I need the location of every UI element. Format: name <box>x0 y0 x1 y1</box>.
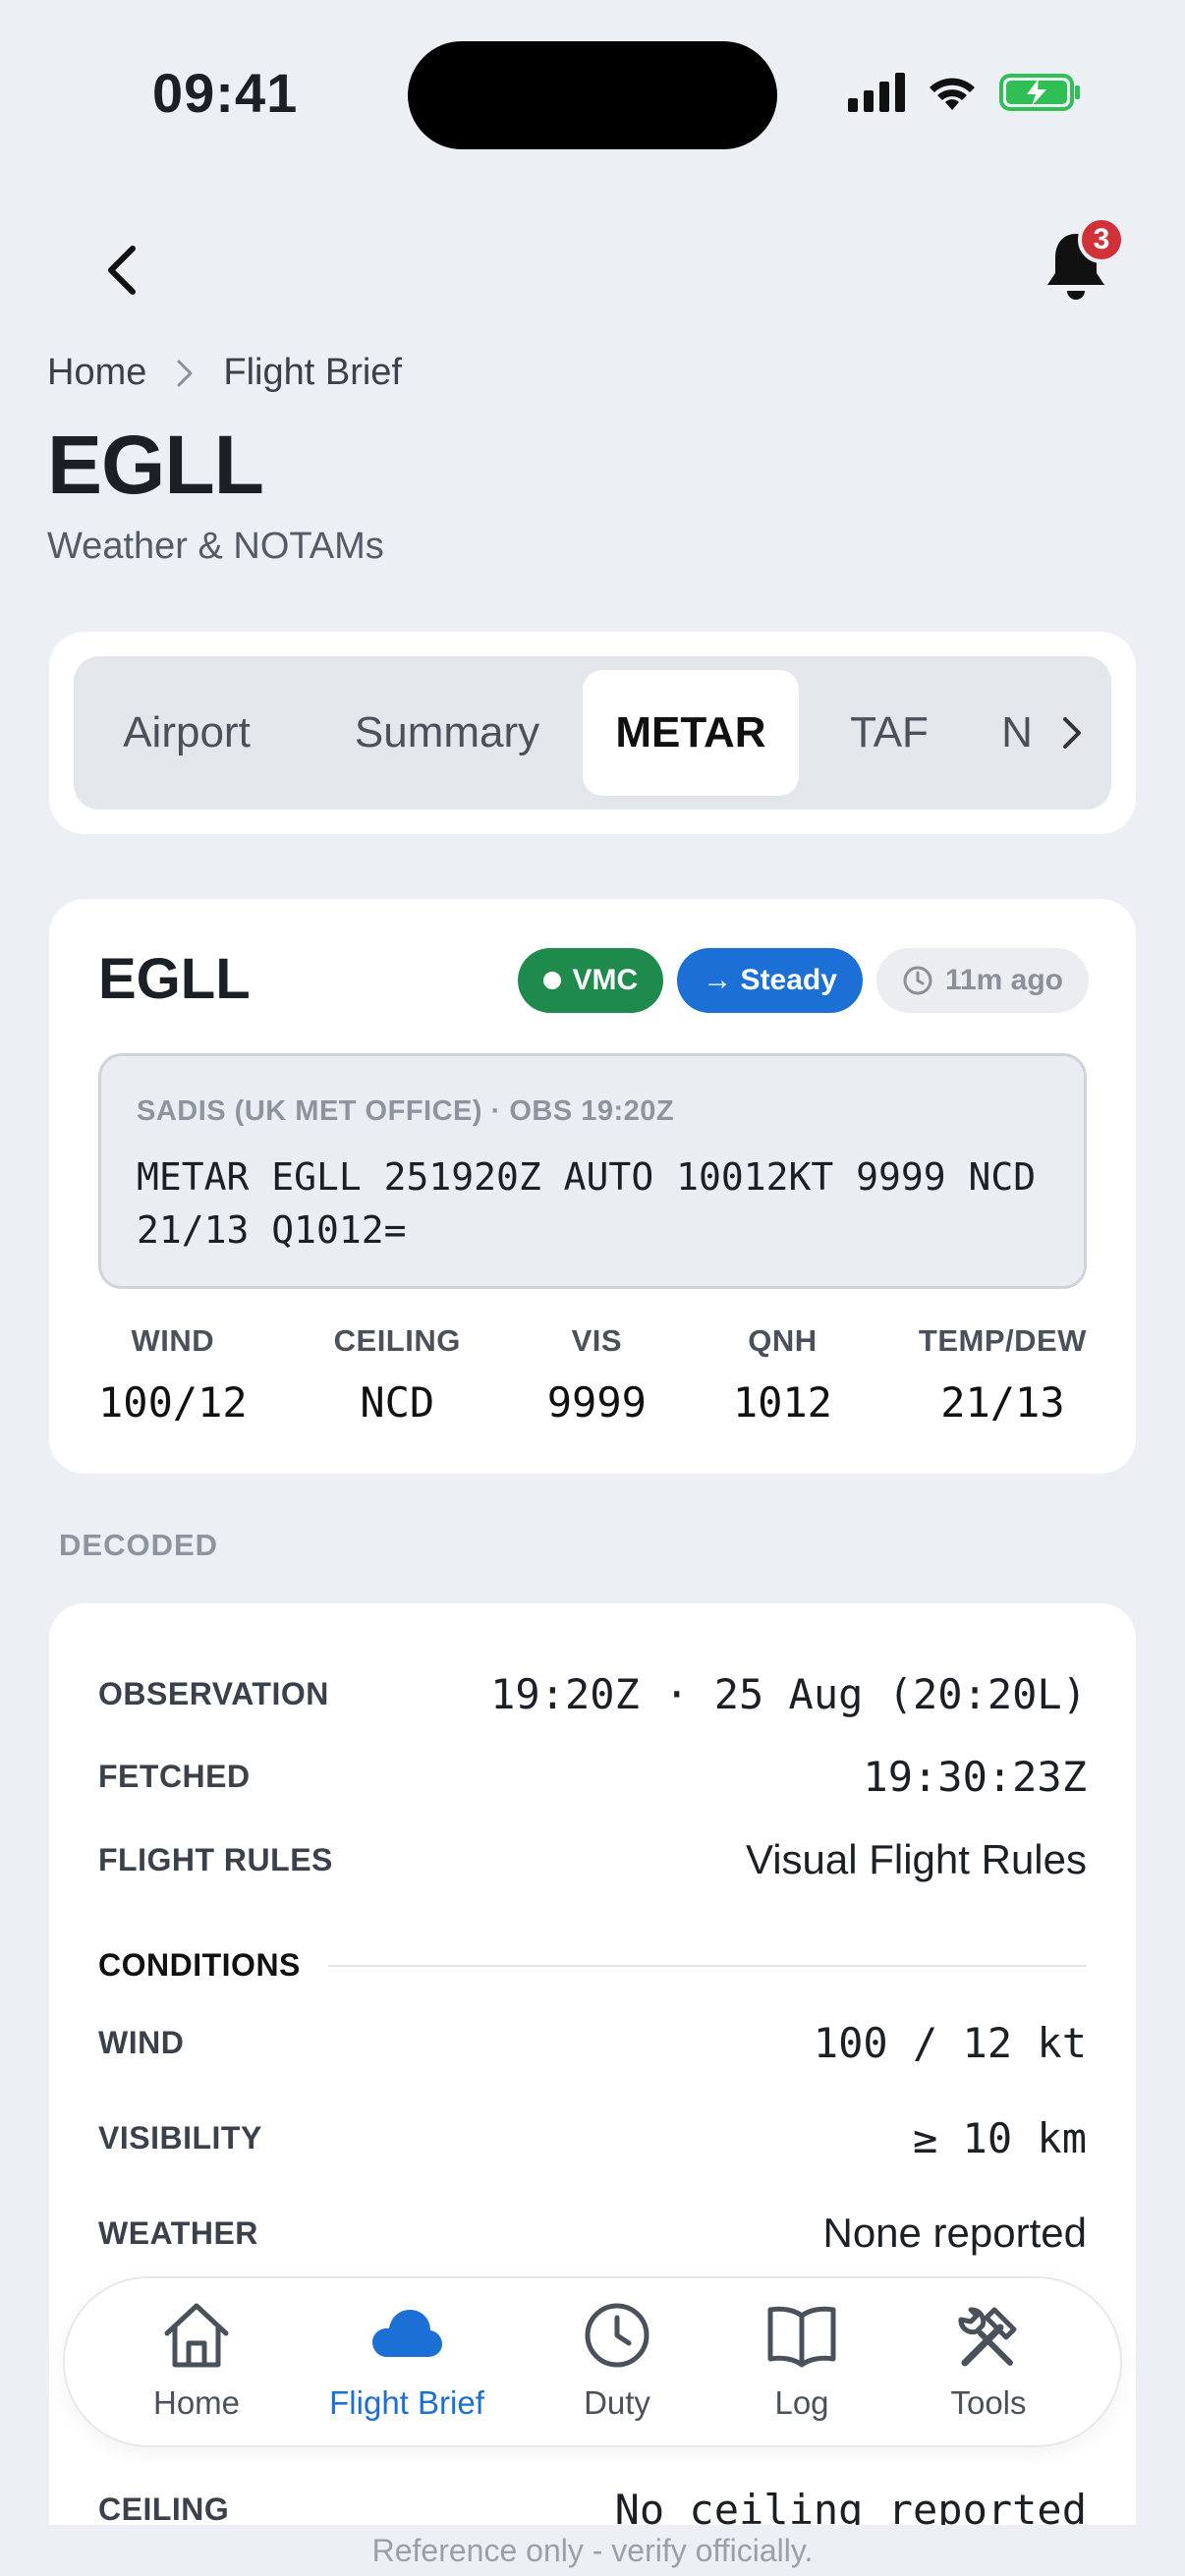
row-label: FLIGHT RULES <box>98 1841 333 1877</box>
row-value: None reported <box>822 2210 1087 2256</box>
tabs-scroll-right[interactable] <box>1033 656 1111 810</box>
tab-bar: Airport Summary METAR TAF N <box>74 656 1111 810</box>
metar-card: EGLL VMC → Steady 11m ago SADIS (UK MET … <box>49 899 1136 1474</box>
row-label: WEATHER <box>98 2214 258 2251</box>
nav-tools[interactable]: Tools <box>900 2298 1077 2422</box>
breadcrumb-home[interactable]: Home <box>47 352 146 394</box>
nav-duty[interactable]: Duty <box>529 2298 705 2422</box>
stat-label: CEILING <box>333 1323 461 1358</box>
divider <box>327 1964 1087 1967</box>
decoded-section-label: DECODED <box>59 1528 219 1562</box>
nav-label: Log <box>774 2384 829 2421</box>
age-badge-label: 11m ago <box>944 964 1063 996</box>
row-label: VISIBILITY <box>98 2120 262 2156</box>
row-value: 19:30:23Z <box>863 1753 1087 1801</box>
vmc-badge: VMC <box>517 948 664 1013</box>
page-subtitle: Weather & NOTAMs <box>47 526 384 567</box>
cloud-icon <box>372 2310 442 2357</box>
row-visibility: VISIBILITY ≥ 10 km <box>98 2114 1087 2162</box>
conditions-header: CONDITIONS <box>98 1947 1087 1984</box>
age-badge: 11m ago <box>875 948 1089 1013</box>
nav-label: Duty <box>584 2384 650 2421</box>
status-icons <box>848 73 1082 112</box>
stat-value: NCD <box>360 1378 435 1427</box>
nav-label: Tools <box>950 2384 1027 2421</box>
row-flight-rules: FLIGHT RULES Visual Flight Rules <box>98 1836 1087 1883</box>
tab-metar[interactable]: METAR <box>583 670 799 796</box>
nav-log[interactable]: Log <box>713 2298 890 2422</box>
status-dot-icon <box>542 972 561 989</box>
nav-flight-brief[interactable]: Flight Brief <box>318 2298 495 2422</box>
stat-wind: WIND 100/12 <box>98 1323 248 1427</box>
status-time: 09:41 <box>152 62 299 124</box>
stat-vis: VIS 9999 <box>547 1323 647 1427</box>
stat-label: WIND <box>131 1323 215 1358</box>
row-label: FETCHED <box>98 1759 251 1794</box>
row-value: Visual Flight Rules <box>745 1836 1087 1882</box>
row-value: ≥ 10 km <box>912 2114 1087 2162</box>
nav-label: Home <box>152 2384 241 2421</box>
trend-badge-label: → Steady <box>703 964 837 996</box>
stat-value: 1012 <box>732 1378 832 1427</box>
stat-value: 9999 <box>546 1378 647 1427</box>
dynamic-island <box>408 41 777 149</box>
stat-label: QNH <box>748 1323 818 1358</box>
notification-badge: 3 <box>1078 216 1125 263</box>
conditions-label: CONDITIONS <box>98 1947 301 1983</box>
stat-value: 21/13 <box>940 1378 1065 1427</box>
stat-qnh: QNH 1012 <box>733 1323 832 1427</box>
breadcrumb-flight-brief: Flight Brief <box>223 352 402 393</box>
row-value: 19:20Z · 25 Aug (20:20L) <box>490 1670 1087 1718</box>
row-label: OBSERVATION <box>98 1676 329 1711</box>
metar-source: SADIS (UK MET OFFICE) · OBS 19:20Z <box>137 1095 675 1127</box>
tools-icon <box>958 2307 1017 2367</box>
bottom-nav: Home Flight Brief Duty Log Tools <box>63 2276 1122 2447</box>
disclaimer-note: Reference only - verify officially. <box>0 2525 1185 2576</box>
tab-summary[interactable]: Summary <box>324 670 570 796</box>
raw-metar-text: METAR EGLL 251920Z AUTO 10012KT 9999 NCD… <box>137 1155 1037 1252</box>
nav-label: Flight Brief <box>329 2384 484 2421</box>
tab-airport[interactable]: Airport <box>74 670 300 796</box>
stat-label: VIS <box>571 1323 623 1358</box>
row-fetched: FETCHED 19:30:23Z <box>98 1753 1087 1801</box>
chevron-right-icon <box>1063 717 1081 749</box>
stat-ceiling: CEILING NCD <box>334 1323 461 1427</box>
clock-icon <box>585 2303 649 2368</box>
row-label: CEILING <box>98 2492 230 2527</box>
row-wind: WIND 100 / 12 kt <box>98 2019 1087 2067</box>
tabs-card: Airport Summary METAR TAF N <box>49 632 1136 834</box>
stat-temp-dew: TEMP/DEW 21/13 <box>919 1323 1087 1427</box>
battery-charging-icon <box>999 74 1080 111</box>
book-icon <box>767 2306 836 2368</box>
row-value: 100 / 12 kt <box>813 2019 1087 2067</box>
tab-taf[interactable]: TAF <box>816 670 963 796</box>
row-weather: WEATHER None reported <box>98 2210 1087 2257</box>
row-label: WIND <box>98 2025 185 2060</box>
signal-icon <box>848 73 905 112</box>
stat-value: 100/12 <box>98 1378 248 1427</box>
back-button[interactable] <box>88 236 157 305</box>
metar-stats: WIND 100/12 CEILING NCD VIS 9999 QNH 101… <box>98 1323 1087 1427</box>
vmc-badge-label: VMC <box>572 964 639 996</box>
nav-home[interactable]: Home <box>108 2298 285 2422</box>
breadcrumb: Home Flight Brief <box>47 352 402 394</box>
back-chevron-icon <box>108 246 136 295</box>
trend-badge: → Steady <box>677 948 863 1013</box>
raw-metar-box: SADIS (UK MET OFFICE) · OBS 19:20Z METAR… <box>98 1053 1087 1289</box>
status-bar: 09:41 <box>0 0 1185 187</box>
row-observation: OBSERVATION 19:20Z · 25 Aug (20:20L) <box>98 1670 1087 1718</box>
page-title: EGLL <box>47 419 264 511</box>
station-code: EGLL <box>98 947 251 1011</box>
wifi-icon <box>930 78 975 110</box>
chevron-right-icon <box>177 360 193 386</box>
clock-icon <box>903 966 932 995</box>
stat-label: TEMP/DEW <box>918 1323 1087 1358</box>
home-icon <box>164 2303 229 2368</box>
status-badges: VMC → Steady 11m ago <box>517 948 1089 1013</box>
